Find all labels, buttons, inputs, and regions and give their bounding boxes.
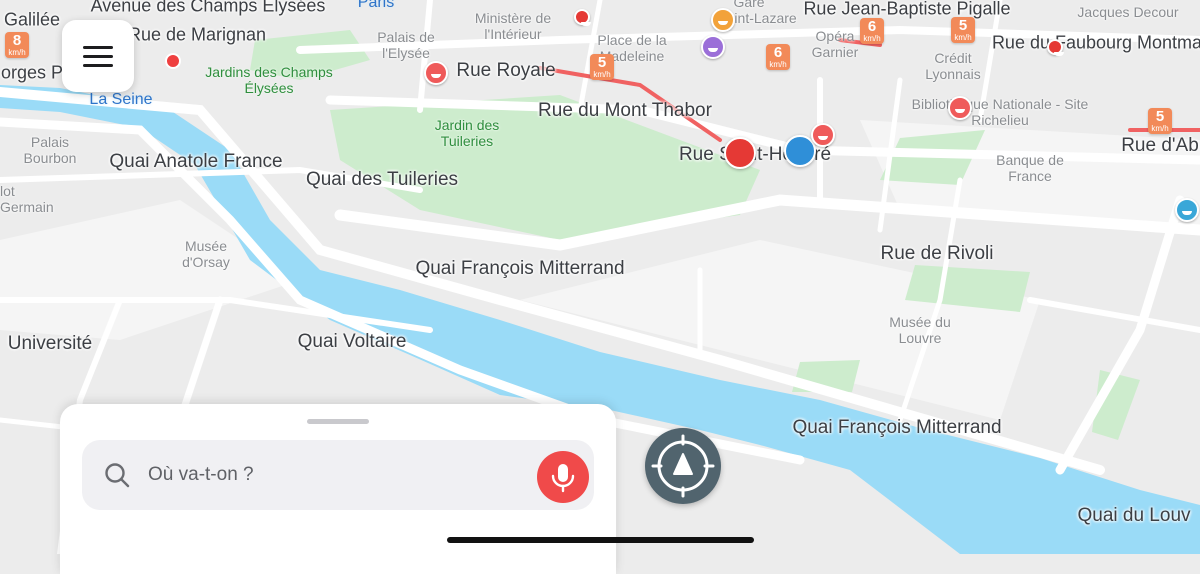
street-label-quai-francois-mitterrand: Quai François Mitterrand (415, 258, 625, 280)
street-label-universite: Université (7, 333, 93, 355)
wazer-avatar-icon[interactable] (811, 123, 835, 147)
street-label-rue-du-faubourg-montmartre: Rue du Faubourg Montma (991, 32, 1200, 53)
poi-label-gare: Gare (733, 0, 765, 10)
street-label-rue-de-rivoli: Rue de Rivoli (880, 243, 994, 265)
street-label-rue-de-marignan: Rue de Marignan (127, 24, 267, 45)
street-label-rue-d-ab: Rue d'Ab (1121, 135, 1199, 157)
wazer-avatar-icon[interactable] (711, 8, 735, 32)
poi-label-musee-du-louvre: Musée du Louvre (889, 313, 951, 346)
street-label-galilee: Galilée (3, 9, 61, 30)
street-label-rue-royale: Rue Royale (456, 60, 556, 82)
street-label-quai-voltaire: Quai Voltaire (297, 331, 407, 353)
poi-label-bibliotheque-nationale: Bibliothèque Nationale - Site Richelieu (911, 95, 1089, 128)
recenter-navigation-icon (651, 434, 715, 498)
hazard-report-icon[interactable] (724, 137, 756, 169)
wazer-avatar-icon[interactable] (1047, 39, 1064, 56)
street-label-rue-du-mont-thabor: Rue du Mont Thabor (538, 100, 712, 122)
poi-label-ministere-interieur: Ministère de l'Intérieur (474, 9, 552, 42)
sheet-drag-handle[interactable] (307, 419, 369, 424)
search-input[interactable] (148, 440, 528, 510)
park-label-jardin-des-tuileries: Jardin des Tuileries (434, 116, 500, 149)
menu-button[interactable] (62, 20, 181, 92)
poi-label-paris: Paris (357, 0, 395, 11)
wazer-avatar-icon[interactable] (1175, 198, 1199, 222)
street-label-avenue-champs-elysees: Avenue des Champs Elysées (90, 0, 326, 16)
poi-label-credit-lyonnais: Crédit Lyonnais (925, 49, 981, 82)
speed-limit-sign: 5 km/h (951, 17, 975, 43)
home-indicator[interactable] (447, 537, 754, 543)
street-label-jacques-decour: Jacques Decour (1077, 3, 1179, 20)
street-label-quai-des-tuileries: Quai des Tuileries (305, 169, 459, 191)
poi-label-saint-germain: lot Germain (0, 182, 54, 215)
street-label-rue-jean-baptiste-pigalle: Rue Jean-Baptiste Pigalle (803, 0, 1011, 19)
street-label-quai-anatole-france: Quai Anatole France (109, 151, 283, 173)
speed-limit-sign: 6 km/h (860, 18, 884, 44)
poi-label-palais-bourbon: Palais Bourbon (23, 133, 77, 166)
microphone-icon (551, 464, 575, 493)
wazer-avatar-icon[interactable] (948, 96, 972, 120)
speed-limit-sign: 5 km/h (590, 54, 614, 80)
search-sheet (60, 404, 616, 574)
street-label-quai-du-louvre: Quai du Louv (1077, 505, 1191, 527)
street-label-quai-francois-mitterrand-2: Quai François Mitterrand (792, 417, 1002, 439)
speed-limit-sign: 5 km/h (1148, 108, 1172, 134)
poi-label-banque-de-france: Banque de France (996, 151, 1064, 184)
search-bar[interactable] (82, 440, 594, 510)
poi-label-palais-elysee: Palais de l'Elysée (377, 28, 435, 61)
park-label-jardins-champs-elysees: Jardins des Champs Élysées (205, 63, 333, 96)
water-label-la-seine: La Seine (89, 90, 153, 108)
speed-limit-sign: 6 km/h (766, 44, 790, 70)
voice-search-button[interactable] (537, 451, 589, 503)
speed-limit-sign: 8 km/h (5, 32, 29, 58)
notification-dot (165, 53, 181, 69)
search-icon (105, 463, 130, 488)
wazer-avatar-icon[interactable] (424, 61, 448, 85)
street-label-georges: orges P (0, 62, 64, 83)
recenter-button[interactable] (645, 428, 721, 504)
wazer-avatar-icon[interactable] (701, 35, 725, 59)
poi-label-musee-d-orsay: Musée d'Orsay (182, 237, 230, 270)
wazer-avatar-icon[interactable] (574, 9, 591, 26)
